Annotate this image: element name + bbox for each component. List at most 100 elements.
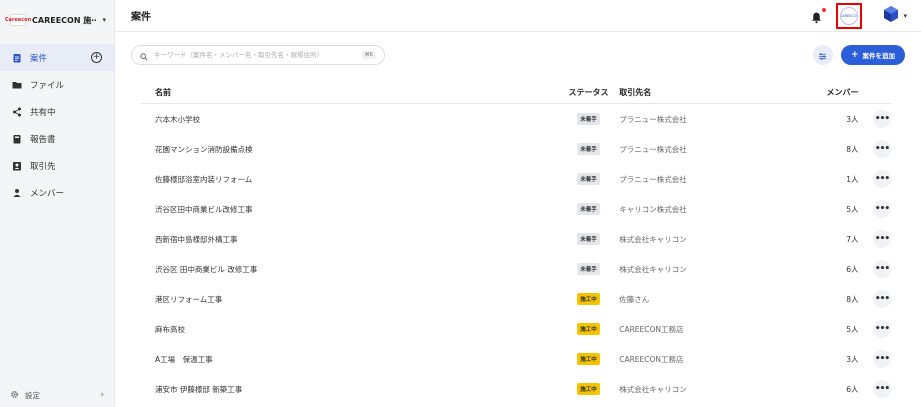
more-options-icon[interactable]: ••• [873,350,891,368]
more-options-icon[interactable]: ••• [873,320,891,338]
status-cell: 施工中 [560,383,617,395]
search-shortcut: ⌘K [361,51,376,59]
notification-button[interactable] [810,7,827,23]
member-count: 6人 [846,264,859,274]
sidebar-item-shared[interactable]: 共有中 [0,98,114,125]
status-cell: 未着手 [560,263,617,275]
table-row[interactable]: 花園マンション消防設備点検 未着手 プラニュー株式会社 8人 ••• [141,134,891,164]
settings-link[interactable]: 設定 › [0,383,114,407]
add-project-label: 案件を追加 [862,52,896,60]
sidebar-item-clients[interactable]: 取引先 [0,152,114,179]
column-header-members[interactable]: メンバー [782,87,858,98]
user-avatar-button[interactable]: CAREECON [836,2,863,29]
table-row[interactable]: 佐藤様邸浴室内装リフォーム 未着手 プラニュー株式会社 1人 ••• [141,164,891,194]
search-input[interactable] [154,51,356,59]
member-count: 8人 [846,294,859,304]
main-content: 案件 CAREECON ▾ キーワード（案件名・メンバー名・取引先名・現場住所）… [115,0,921,407]
contact-icon [12,161,22,171]
more-options-icon[interactable]: ••• [873,380,891,398]
actions-cell: ••• [858,110,891,128]
status-cell: 未着手 [560,113,617,125]
column-header-client[interactable]: 取引先名 [617,87,782,98]
org-switcher[interactable]: Careecon CAREECON 施⋯ ▾ [0,0,114,40]
add-project-icon[interactable]: + [91,52,102,63]
more-options-icon[interactable]: ••• [873,230,891,248]
chevron-down-icon: ▾ [903,11,907,20]
more-options-icon[interactable]: ••• [873,200,891,218]
sidebar-item-label: ファイル [30,80,65,91]
status-badge: 施工中 [577,293,600,305]
status-badge: 未着手 [577,233,600,245]
table-row[interactable]: 渋谷区田中商業ビル改修工事 未着手 キャリコン株式会社 5人 ••• [141,194,891,224]
table-row[interactable]: 浦安市 伊藤様邸 新築工事 施工中 株式会社キャリコン 6人 ••• [141,374,891,404]
table-row[interactable]: A工場 保温工事 施工中 CAREECON工務店 3人 ••• [141,344,891,374]
more-options-icon[interactable]: ••• [873,260,891,278]
status-cell: 未着手 [560,173,617,185]
status-cell: 施工中 [560,353,617,365]
project-name: 渋谷区田中商業ビル改修工事 [155,204,253,214]
actions-cell: ••• [858,170,891,188]
status-badge: 未着手 [577,203,600,215]
sidebar-item-label: 共有中 [30,107,56,118]
client-name: 株式会社キャリコン [619,264,687,274]
member-count: 5人 [846,324,859,334]
client-name: CAREECON工務店 [619,324,684,334]
more-options-icon[interactable]: ••• [873,140,891,158]
column-header-status[interactable]: ステータス [560,87,617,98]
column-header-name[interactable]: 名前 [141,87,560,98]
toolbar: ⌘K + 案件を追加 [131,44,905,66]
sidebar-item-label: メンバー [30,188,65,199]
project-name: 六本木小学校 [155,114,200,124]
actions-cell: ••• [858,290,891,308]
client-name: キャリコン株式会社 [619,204,687,214]
client-name: CAREECON工務店 [619,354,684,364]
sidebar-item-projects[interactable]: 案件 + [0,44,114,71]
status-cell: 未着手 [560,143,617,155]
add-project-button[interactable]: + 案件を追加 [840,45,905,65]
filter-button[interactable] [812,45,833,65]
actions-cell: ••• [858,140,891,158]
member-count: 6人 [846,384,859,394]
share-icon [12,107,22,117]
actions-cell: ••• [858,260,891,278]
sidebar-item-label: 案件 [30,53,48,64]
table-row[interactable]: 六本木小学校 未着手 プラニュー株式会社 3人 ••• [141,104,891,134]
member-count: 1人 [846,174,859,184]
actions-cell: ••• [858,320,891,338]
project-name: 佐藤様邸浴室内装リフォーム [155,174,253,184]
sidebar: Careecon CAREECON 施⋯ ▾ 案件 + ファイル 共有中 報告書… [0,0,115,407]
client-name: 株式会社キャリコン [619,234,687,244]
status-badge: 施工中 [577,383,600,395]
cube-icon [882,5,900,27]
actions-cell: ••• [858,200,891,218]
client-name: プラニュー株式会社 [619,144,687,154]
client-name: 株式会社キャリコン [619,384,687,394]
project-name: 浦安市 伊藤様邸 新築工事 [155,384,243,394]
actions-cell: ••• [858,380,891,398]
member-count: 5人 [846,204,859,214]
search-icon [140,46,148,65]
status-badge: 施工中 [577,353,600,365]
table-row[interactable]: 港区リフォーム工事 施工中 佐藤さん 8人 ••• [141,284,891,314]
more-options-icon[interactable]: ••• [873,290,891,308]
status-badge: 施工中 [577,323,600,335]
table-row[interactable]: 麻布高校 施工中 CAREECON工務店 5人 ••• [141,314,891,344]
table-row[interactable]: 西新宿中島様邸外構工事 未着手 株式会社キャリコン 7人 ••• [141,224,891,254]
plus-icon: + [850,49,859,60]
member-count: 3人 [846,354,859,364]
more-options-icon[interactable]: ••• [873,110,891,128]
chevron-right-icon: › [100,390,104,400]
notification-dot [822,7,827,12]
table-row[interactable]: 渋谷区 田中商業ビル 改修工事 未着手 株式会社キャリコン 6人 ••• [141,254,891,284]
member-count: 3人 [846,114,859,124]
more-options-icon[interactable]: ••• [873,170,891,188]
project-name: 麻布高校 [155,324,185,334]
company-menu-button[interactable]: ▾ [882,5,907,27]
sidebar-item-files[interactable]: ファイル [0,71,114,98]
sidebar-item-members[interactable]: メンバー [0,179,114,206]
sidebar-item-reports[interactable]: 報告書 [0,125,114,152]
table-header: 名前 ステータス 取引先名 メンバー [141,82,891,104]
client-name: 佐藤さん [619,294,650,304]
clipboard-icon [12,53,22,63]
search-box[interactable]: ⌘K [131,45,385,65]
